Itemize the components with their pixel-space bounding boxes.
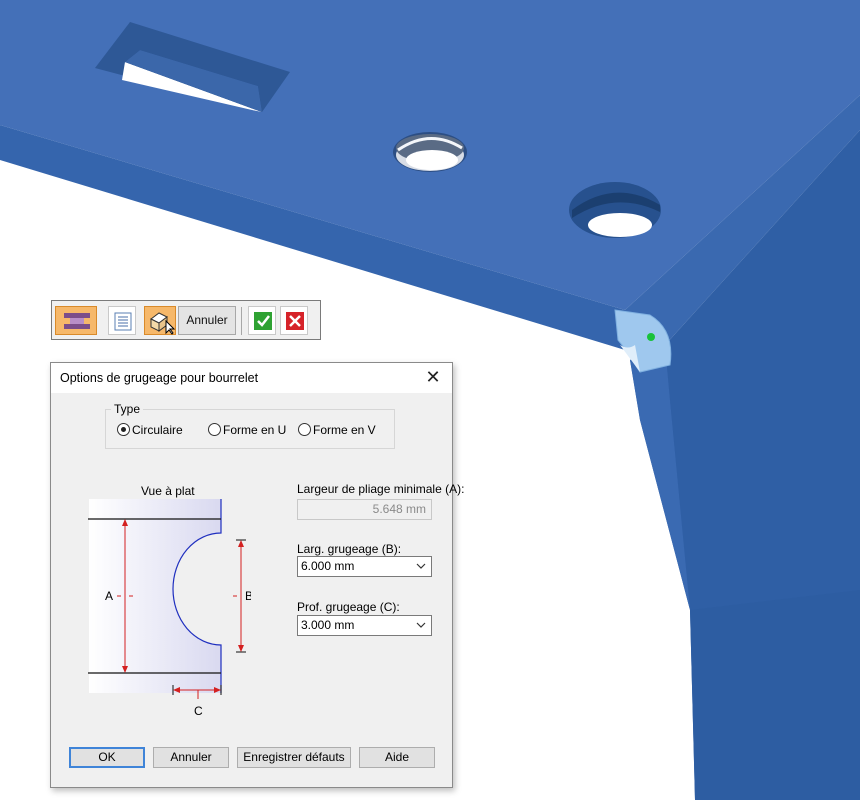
relief-width-combobox[interactable]: 6.000 mm bbox=[297, 556, 432, 577]
chevron-down-icon[interactable] bbox=[416, 622, 426, 629]
close-icon[interactable]: ✕ bbox=[420, 366, 446, 390]
list-icon[interactable] bbox=[108, 306, 136, 335]
radio-circle-icon bbox=[298, 423, 311, 436]
dialog-titlebar: Options de grugeage pour bourrelet ✕ bbox=[51, 363, 452, 393]
relief-depth-value: 3.000 mm bbox=[301, 618, 355, 632]
label-a: A bbox=[105, 589, 113, 603]
dialog-title: Options de grugeage pour bourrelet bbox=[60, 371, 259, 385]
save-defaults-button[interactable]: Enregistrer défauts bbox=[237, 747, 351, 768]
command-bar: Annuler bbox=[51, 300, 321, 340]
select-face-icon[interactable] bbox=[144, 306, 176, 335]
relief-width-value: 6.000 mm bbox=[301, 559, 355, 573]
cancel-x-icon[interactable] bbox=[280, 306, 308, 335]
relief-diagram: A B C bbox=[88, 499, 251, 718]
chevron-down-icon[interactable] bbox=[416, 563, 426, 570]
min-bend-width-label: Largeur de pliage minimale (A): bbox=[297, 482, 465, 496]
radio-label: Circulaire bbox=[132, 423, 183, 437]
type-group-legend: Type bbox=[111, 402, 144, 416]
relief-width-label: Larg. grugeage (B): bbox=[297, 542, 402, 556]
radio-label: Forme en V bbox=[313, 423, 376, 437]
command-cancel-button[interactable]: Annuler bbox=[178, 306, 236, 335]
radio-circle-icon bbox=[208, 423, 221, 436]
label-c: C bbox=[194, 704, 203, 718]
min-bend-width-field: 5.648 mm bbox=[297, 499, 432, 520]
relief-options-dialog: Options de grugeage pour bourrelet ✕ Typ… bbox=[50, 362, 464, 788]
toolbar-separator bbox=[241, 307, 242, 335]
ok-button[interactable]: OK bbox=[69, 747, 145, 768]
flat-view-title: Vue à plat bbox=[141, 484, 195, 498]
checkmark-icon[interactable] bbox=[248, 306, 276, 335]
help-button[interactable]: Aide bbox=[359, 747, 435, 768]
relief-depth-combobox[interactable]: 3.000 mm bbox=[297, 615, 432, 636]
label-b: B bbox=[245, 589, 251, 603]
sheetmetal-bead-icon[interactable] bbox=[55, 306, 97, 335]
cancel-button[interactable]: Annuler bbox=[153, 747, 229, 768]
relief-depth-label: Prof. grugeage (C): bbox=[297, 600, 400, 614]
radio-label: Forme en U bbox=[223, 423, 287, 437]
radio-circle-icon bbox=[117, 423, 130, 436]
